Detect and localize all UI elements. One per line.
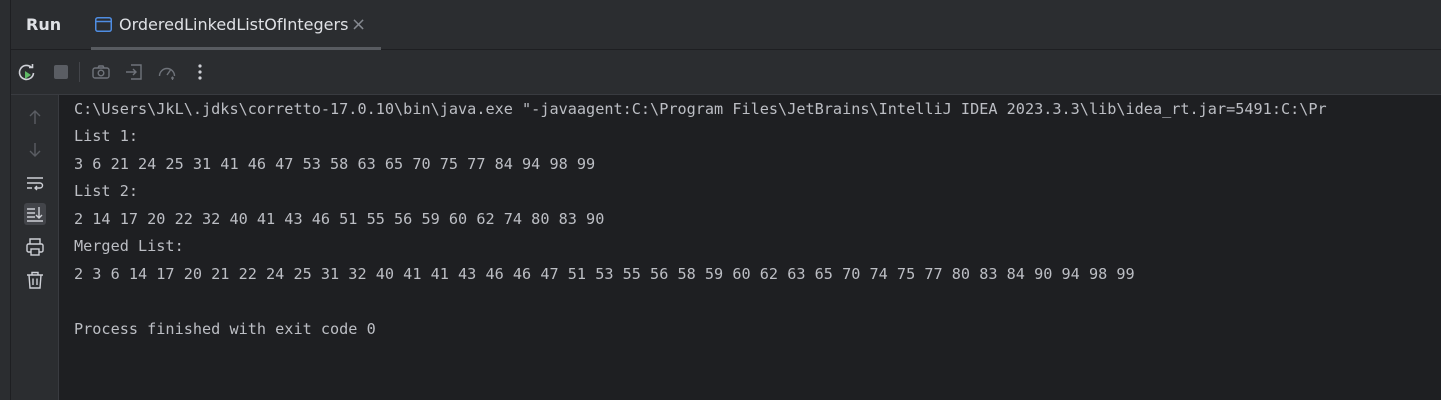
tab-ordered-linked-list[interactable]: OrderedLinkedListOfIntegers × (91, 0, 381, 50)
console-line: 3 6 21 24 25 31 41 46 47 53 58 63 65 70 … (74, 155, 596, 173)
toolbar-separator (79, 62, 80, 82)
console-line-exit-status: Process finished with exit code 0 (74, 320, 376, 338)
soft-wrap-icon[interactable] (24, 172, 46, 194)
print-icon[interactable] (24, 236, 46, 258)
exit-icon[interactable] (124, 62, 144, 82)
arrow-up-icon[interactable] (24, 106, 46, 128)
more-icon[interactable] (190, 62, 210, 82)
scroll-to-end-icon[interactable] (24, 203, 46, 225)
rerun-icon[interactable] (17, 62, 37, 82)
run-tool-window: Run OrderedLinkedListOfIntegers × C:\Use… (0, 0, 1441, 400)
run-header: Run OrderedLinkedListOfIntegers × (11, 0, 1441, 50)
arrow-down-icon[interactable] (24, 139, 46, 161)
profiler-icon[interactable] (157, 62, 177, 82)
console-output[interactable]: C:\Users\JkL\.jdks\corretto-17.0.10\bin\… (60, 95, 1441, 400)
stop-icon[interactable] (51, 62, 71, 82)
run-toolbar (11, 50, 1441, 95)
tool-window-strip (0, 0, 11, 400)
run-title: Run (26, 15, 62, 34)
console-line: 2 14 17 20 22 32 40 41 43 46 51 55 56 59… (74, 210, 605, 228)
close-icon[interactable]: × (351, 14, 366, 35)
tab-label: OrderedLinkedListOfIntegers (119, 15, 349, 34)
console-line: List 2: (74, 182, 139, 200)
console-line-command: C:\Users\JkL\.jdks\corretto-17.0.10\bin\… (74, 100, 1327, 118)
console-sidebar (11, 95, 59, 400)
trash-icon[interactable] (24, 269, 46, 291)
console-icon (95, 17, 112, 32)
console-line: Merged List: (74, 237, 184, 255)
console-line: 2 3 6 14 17 20 21 22 24 25 31 32 40 41 4… (74, 265, 1135, 283)
console-line: List 1: (74, 127, 139, 145)
camera-icon[interactable] (91, 62, 111, 82)
